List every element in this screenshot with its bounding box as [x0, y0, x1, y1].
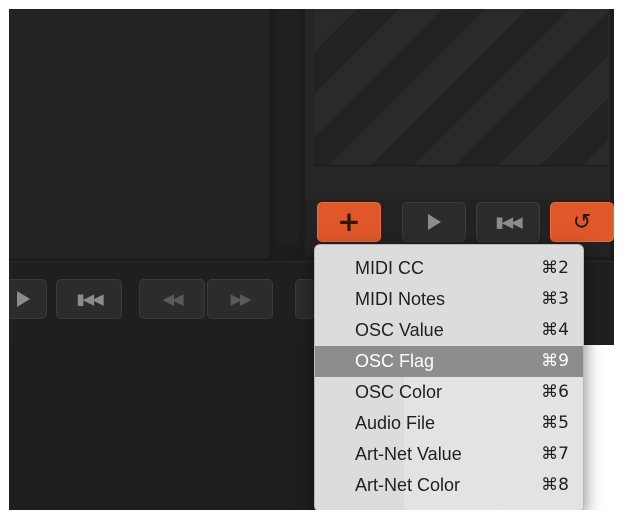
right-panel	[305, 9, 610, 199]
skip-to-start-icon: ▮◀◀	[76, 290, 103, 308]
menu-item-shortcut: ⌘5	[541, 413, 569, 433]
menu-item-label: MIDI Notes	[355, 289, 446, 309]
menu-item-osc-color[interactable]: OSC Color ⌘6	[315, 377, 583, 408]
menu-item-audio-file[interactable]: Audio File ⌘5	[315, 408, 583, 439]
menu-item-osc-flag[interactable]: OSC Flag ⌘9	[315, 346, 583, 377]
menu-item-shortcut: ⌘3	[541, 289, 569, 309]
play-button[interactable]	[402, 202, 466, 242]
skip-to-start-icon: ▮◀◀	[495, 213, 522, 231]
menu-item-osc-value[interactable]: OSC Value ⌘4	[315, 315, 583, 346]
play-button-left[interactable]	[9, 279, 47, 319]
menu-item-shortcut: ⌘7	[541, 444, 569, 464]
menu-item-shortcut: ⌘2	[541, 258, 569, 278]
menu-item-shortcut: ⌘6	[541, 382, 569, 402]
left-panel	[9, 9, 271, 260]
menu-item-shortcut: ⌘9	[541, 351, 569, 371]
play-icon	[427, 214, 441, 230]
rewind-icon: ◀◀	[162, 290, 183, 308]
plus-icon: +	[337, 205, 361, 238]
menu-item-label: OSC Value	[355, 320, 444, 340]
menu-item-label: Audio File	[355, 413, 436, 433]
transport-button-partial[interactable]	[295, 279, 315, 319]
rewind-button[interactable]: ◀◀	[139, 279, 205, 319]
play-icon	[16, 291, 30, 307]
menu-item-label: MIDI CC	[355, 258, 424, 278]
menu-item-label: OSC Flag	[355, 351, 435, 371]
reset-icon: ↺	[572, 209, 592, 235]
app-window: ▮◀◀ ◀◀ ▶▶ + ▮◀◀ ↺ MIDI CC ⌘2 MIDI Notes …	[9, 9, 614, 510]
menu-item-label: OSC Color	[355, 382, 443, 402]
menu-item-shortcut: ⌘8	[541, 475, 569, 495]
menu-item-midi-notes[interactable]: MIDI Notes ⌘3	[315, 284, 583, 315]
menu-item-label: Art-Net Color	[355, 475, 461, 495]
add-button[interactable]: +	[317, 202, 381, 242]
striped-drop-area[interactable]	[315, 9, 608, 166]
fast-forward-button[interactable]: ▶▶	[207, 279, 273, 319]
fast-forward-icon: ▶▶	[230, 290, 251, 308]
skip-to-start-button-left[interactable]: ▮◀◀	[56, 279, 122, 319]
menu-item-art-net-color[interactable]: Art-Net Color ⌘8	[315, 470, 583, 501]
menu-item-midi-cc[interactable]: MIDI CC ⌘2	[315, 253, 583, 284]
menu-item-label: Art-Net Value	[355, 444, 462, 464]
menu-item-shortcut: ⌘4	[541, 320, 569, 340]
add-track-menu: MIDI CC ⌘2 MIDI Notes ⌘3 OSC Value ⌘4 OS…	[314, 244, 584, 510]
column-divider	[277, 9, 299, 245]
skip-to-start-button[interactable]: ▮◀◀	[476, 202, 540, 242]
reset-button[interactable]: ↺	[550, 202, 614, 242]
menu-item-art-net-value[interactable]: Art-Net Value ⌘7	[315, 439, 583, 470]
